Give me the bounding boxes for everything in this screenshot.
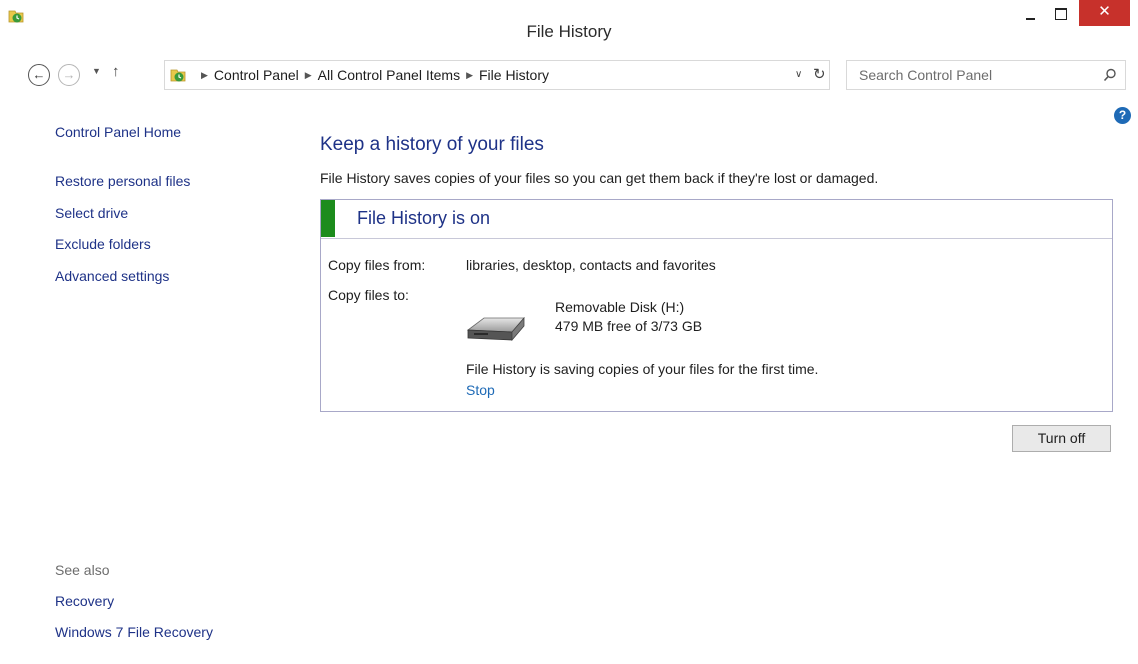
breadcrumb: ▶ Control Panel ▶ All Control Panel Items ▶ F… [195,67,549,83]
title-bar: File History ✕ [0,0,1138,60]
refresh-icon[interactable]: ↻ [813,65,826,83]
breadcrumb-separator-icon: ▶ [201,70,208,80]
page-description: File History saves copies of your files … [320,170,879,186]
breadcrumb-control-panel[interactable]: Control Panel [214,67,299,83]
address-dropdown-icon[interactable]: ∨ [795,69,802,80]
sidebar-item-select-drive[interactable]: Select drive [55,205,128,221]
saving-status-message: File History is saving copies of your fi… [466,361,819,377]
status-indicator [321,200,335,237]
up-button[interactable]: ↑ [112,63,120,80]
drive-free-space: 479 MB free of 3/73 GB [555,318,703,334]
copy-from-label: Copy files from: [328,257,426,273]
page-title: Keep a history of your files [320,134,544,155]
status-header: File History is on [321,200,1112,239]
see-also-label: See also [55,562,110,578]
close-button[interactable]: ✕ [1079,0,1130,26]
sidebar-item-restore-personal-files[interactable]: Restore personal files [55,173,190,189]
copy-from-value: libraries, desktop, contacts and favorit… [466,257,716,273]
status-title: File History is on [357,208,491,228]
stop-link[interactable]: Stop [466,382,495,398]
sidebar-item-exclude-folders[interactable]: Exclude folders [55,236,151,252]
drive-name: Removable Disk (H:) [555,299,685,315]
breadcrumb-separator-icon[interactable]: ▶ [466,70,473,81]
control-panel-icon [170,69,186,82]
minimize-button[interactable] [1019,4,1043,26]
breadcrumb-all-control-panel-items[interactable]: All Control Panel Items [318,67,460,83]
sidebar-item-advanced-settings[interactable]: Advanced settings [55,268,169,284]
status-panel: File History is on Copy files from: libr… [320,199,1113,412]
copy-to-label: Copy files to: [328,287,409,303]
turn-off-button[interactable]: Turn off [1012,425,1111,452]
search-input[interactable]: Search Control Panel [846,60,1126,90]
back-button[interactable]: ← [28,64,50,86]
sidebar-item-windows-7-file-recovery[interactable]: Windows 7 File Recovery [55,624,213,640]
removable-disk-icon [466,316,525,342]
window-title: File History [526,22,612,41]
search-placeholder: Search Control Panel [859,67,993,83]
breadcrumb-file-history[interactable]: File History [479,67,549,83]
sidebar-item-recovery[interactable]: Recovery [55,593,114,609]
sidebar-item-control-panel-home[interactable]: Control Panel Home [55,124,181,140]
address-bar[interactable]: ▶ Control Panel ▶ All Control Panel Items ▶ F… [164,60,830,90]
search-icon[interactable] [1103,68,1117,82]
maximize-button[interactable] [1049,4,1073,26]
forward-button[interactable]: → [58,64,80,86]
recent-locations-chevron-icon[interactable]: ▼ [92,66,101,76]
breadcrumb-separator-icon[interactable]: ▶ [305,70,312,81]
help-icon[interactable]: ? [1114,107,1131,124]
